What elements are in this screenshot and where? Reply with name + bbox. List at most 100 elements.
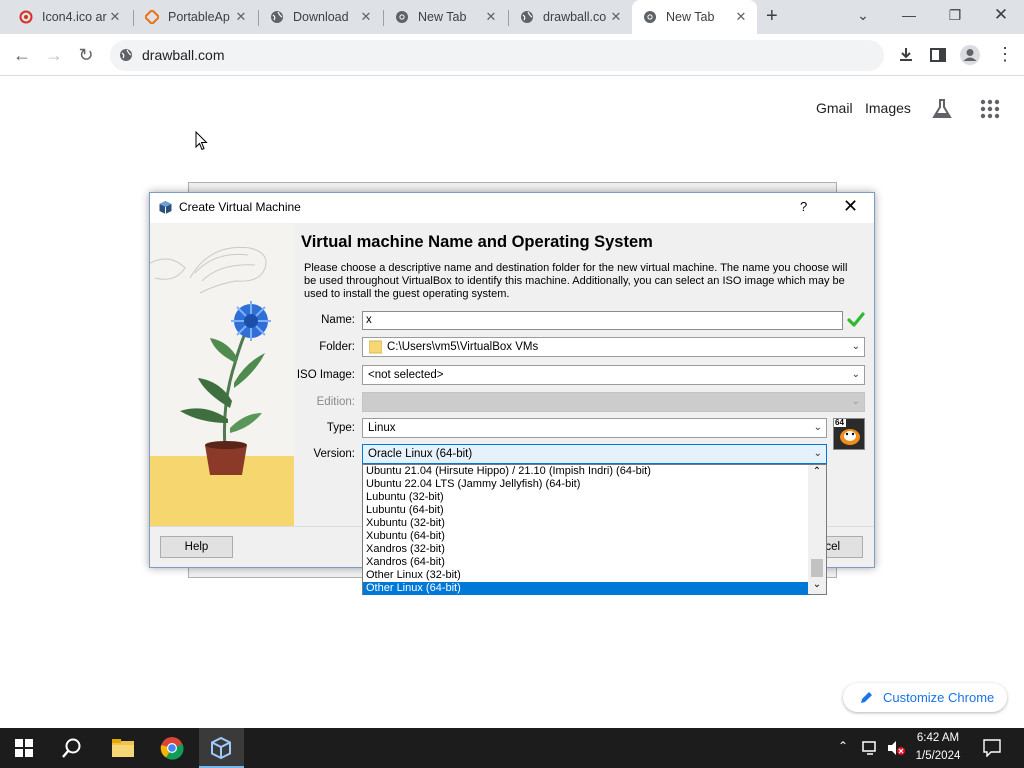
tab-new-tab-active[interactable]: New Tab ✕ [632,0,757,34]
window-close-button[interactable]: ✕ [978,4,1024,26]
chevron-down-icon: ⌄ [851,396,860,407]
version-dropdown-list: Ubuntu 21.04 (Hirsute Hippo) / 21.10 (Im… [362,464,827,595]
scroll-down-arrow-icon[interactable]: ⌄ [808,579,826,593]
dropdown-scrollbar[interactable]: ⌃ ⌄ [808,465,826,594]
tray-date[interactable]: 1/5/2024 [908,750,968,762]
customize-chrome-label: Customize Chrome [883,690,995,705]
tab-drawball[interactable]: drawball.co ✕ [509,4,632,30]
side-panel-icon[interactable] [929,46,947,64]
folder-select[interactable]: C:\Users\vm5\VirtualBox VMs ⌄ [362,337,865,357]
help-button[interactable]: Help [160,536,233,558]
tray-time[interactable]: 6:42 AM [908,732,968,744]
edition-label: Edition: [316,396,355,408]
folder-icon [369,340,382,354]
version-option[interactable]: Other Linux (32-bit) [363,569,810,582]
wizard-heading: Virtual machine Name and Operating Syste… [301,233,653,251]
notification-icon[interactable] [983,739,1001,757]
search-icon[interactable] [61,737,83,759]
download-icon[interactable] [897,46,915,64]
tab-download[interactable]: Download ✕ [259,4,382,30]
close-icon[interactable]: ✕ [733,9,749,25]
version-option[interactable]: Xubuntu (64-bit) [363,530,810,543]
version-option[interactable]: Ubuntu 21.04 (Hirsute Hippo) / 21.10 (Im… [363,465,810,478]
chrome-icon [644,11,656,23]
restore-button[interactable]: ❐ [932,4,978,26]
dialog-help-button[interactable]: ? [800,199,807,214]
portableapps-favicon [145,10,159,24]
wizard-illustration [150,223,294,526]
close-icon[interactable]: ✕ [358,9,374,25]
name-input[interactable]: x [362,311,843,330]
new-tab-button[interactable]: + [766,6,778,26]
profile-avatar[interactable] [959,44,981,66]
version-option[interactable]: Ubuntu 22.04 LTS (Jammy Jellyfish) (64-b… [363,478,810,491]
forward-button[interactable]: → [42,43,66,67]
chevron-down-icon: ⌄ [813,448,822,459]
tab-new-tab[interactable]: New Tab ✕ [384,4,507,30]
mouse-cursor-icon [195,131,208,151]
close-icon[interactable]: ✕ [233,9,249,25]
os-badge: 64 [835,418,844,427]
back-button[interactable]: ← [10,43,34,67]
globe-icon [521,11,533,23]
chevron-down-icon: ⌄ [851,341,860,352]
tab-search-button[interactable]: ⌄ [840,4,886,26]
type-label: Type: [326,422,355,434]
close-icon[interactable]: ✕ [107,9,123,25]
site-info-icon[interactable] [119,48,133,62]
chrome-taskbar-icon[interactable] [160,736,184,760]
tray-overflow-icon[interactable]: ⌃ [838,739,848,753]
edition-select: ⌄ [362,392,865,412]
version-option[interactable]: Xandros (32-bit) [363,543,810,556]
close-icon[interactable]: ✕ [483,9,499,25]
tab-portableapps[interactable]: PortableAp ✕ [134,4,257,30]
version-option-selected[interactable]: Other Linux (64-bit) [363,582,810,595]
wizard-description: Please choose a descriptive name and des… [304,262,848,300]
type-value: Linux [368,422,396,434]
dialog-close-button[interactable]: ✕ [843,196,858,217]
chevron-down-icon: ⌄ [813,422,822,433]
version-option[interactable]: Xubuntu (32-bit) [363,517,810,530]
close-icon[interactable]: ✕ [608,9,624,25]
scrollbar-thumb[interactable] [811,559,823,577]
iso-select[interactable]: <not selected> ⌄ [362,365,865,385]
version-option[interactable]: Lubuntu (64-bit) [363,504,810,517]
scroll-up-arrow-icon[interactable]: ⌃ [808,465,826,479]
tab-icon4[interactable]: Icon4.ico ar ✕ [8,4,131,30]
version-value: Oracle Linux (64-bit) [368,448,473,460]
address-text: drawball.com [142,47,225,63]
reload-button[interactable]: ↻ [74,43,98,67]
version-label: Version: [313,448,355,460]
version-select[interactable]: Oracle Linux (64-bit) ⌄ [362,444,827,464]
valid-checkmark-icon [847,312,865,327]
flower-pot-illustration [150,246,294,526]
type-select[interactable]: Linux ⌄ [362,418,827,438]
pencil-icon [861,692,872,703]
labs-flask-icon[interactable] [931,98,953,120]
gmail-link[interactable]: Gmail [816,100,853,116]
apps-grid-icon[interactable] [980,99,1000,119]
iso-value: <not selected> [368,369,444,381]
volume-muted-icon[interactable] [886,739,906,757]
minimize-button[interactable]: — [886,4,932,26]
folder-value: C:\Users\vm5\VirtualBox VMs [387,341,539,353]
windows-start-icon[interactable] [15,739,33,757]
version-option[interactable]: Lubuntu (32-bit) [363,491,810,504]
icon4-favicon [19,10,33,24]
folder-label: Folder: [319,341,355,353]
name-label: Name: [321,314,355,326]
address-bar[interactable] [110,40,884,71]
version-option[interactable]: Xandros (64-bit) [363,556,810,569]
images-link[interactable]: Images [865,100,911,116]
virtualbox-icon [159,201,172,214]
dialog-title: Create Virtual Machine [179,200,301,214]
globe-icon [271,11,283,23]
file-explorer-icon[interactable] [111,738,135,758]
customize-chrome-button[interactable]: Customize Chrome [843,683,1007,712]
os-logo: 64 [833,418,865,450]
network-icon[interactable] [862,740,880,756]
menu-dots-icon[interactable]: ⋮ [996,44,1014,65]
iso-label: ISO Image: [296,369,355,381]
chevron-down-icon: ⌄ [851,369,860,380]
chrome-icon [396,11,408,23]
